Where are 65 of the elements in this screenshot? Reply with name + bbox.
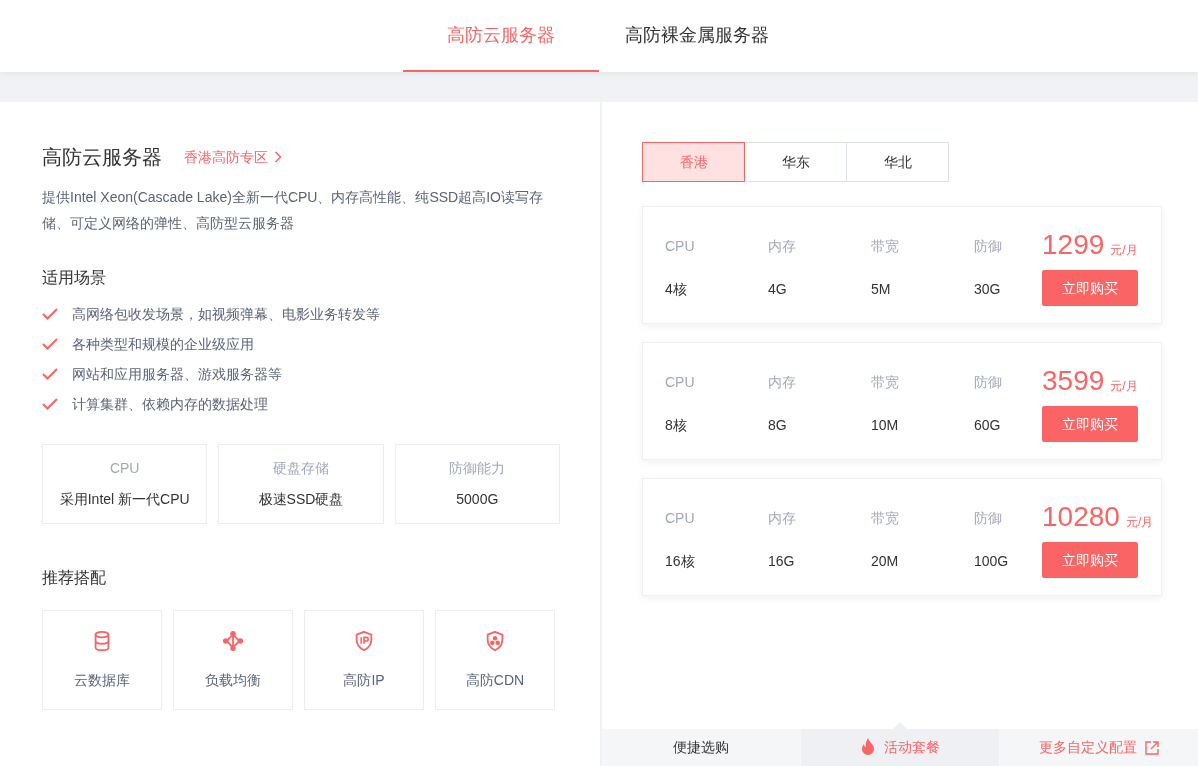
spec-value: 60G xyxy=(974,416,1001,435)
external-link-icon xyxy=(1144,740,1159,755)
scenario-text: 高网络包收发场景，如视频弹幕、电影业务转发等 xyxy=(72,304,380,324)
spec-label: CPU xyxy=(665,373,695,392)
check-icon xyxy=(42,368,58,380)
spec-value: 5M xyxy=(871,280,891,299)
shield-icon xyxy=(484,629,506,652)
network-icon xyxy=(222,629,244,652)
product-name: 高防IP xyxy=(343,670,385,690)
region-tab[interactable]: 华北 xyxy=(846,142,949,182)
product-card[interactable]: 负载均衡 xyxy=(173,610,293,710)
scenario-text: 各种类型和规模的企业级应用 xyxy=(72,334,254,354)
spec-value: 30G xyxy=(974,280,1001,299)
product-card[interactable]: 高防IP xyxy=(304,610,424,710)
price: 3599 xyxy=(1042,364,1105,398)
section-title: 高防云服务器 xyxy=(42,145,162,170)
chevron-right-icon xyxy=(274,151,282,163)
shield-icon xyxy=(353,629,375,652)
price-unit: 元/月 xyxy=(1110,242,1138,259)
product-name: 云数据库 xyxy=(74,670,130,690)
spec-value: 100G xyxy=(974,552,1009,571)
spec-label: CPU xyxy=(665,509,695,528)
spec-label: 带宽 xyxy=(871,373,899,392)
feature-value: 采用Intel 新一代CPU xyxy=(59,490,190,509)
check-icon xyxy=(42,338,58,350)
feature-label: CPU xyxy=(109,459,140,478)
spec-value: 4G xyxy=(768,280,787,299)
spec-value: 10M xyxy=(871,416,899,435)
subsection-heading: 推荐搭配 xyxy=(42,568,107,588)
subsection-heading: 适用场景 xyxy=(42,268,107,288)
feature-label: 硬盘存储 xyxy=(273,459,329,478)
price-unit: 元/月 xyxy=(1125,514,1154,531)
spec-label: 内存 xyxy=(768,509,796,528)
product-card[interactable]: 高防CDN xyxy=(435,610,555,710)
spec-value: 16核 xyxy=(665,552,695,571)
feature-label: 防御能力 xyxy=(449,459,506,478)
spec-label: 带宽 xyxy=(871,237,899,256)
feature-value: 极速SSD硬盘 xyxy=(258,490,344,509)
spec-label: 防御 xyxy=(974,509,1002,528)
description-text: 提供Intel Xeon(Cascade Lake)全新一代CPU、内存高性能、纯SSD超高IO读写存储、可定义网络的弹性、高防型云服务器 xyxy=(42,188,544,233)
spec-label: CPU xyxy=(665,237,695,256)
scenario-text: 计算集群、依赖内存的数据处理 xyxy=(72,394,268,414)
spec-label: 内存 xyxy=(768,373,796,392)
check-icon xyxy=(42,398,58,410)
spec-value: 8核 xyxy=(665,416,687,435)
feature-value: 5000G xyxy=(456,490,499,509)
product-name: 负载均衡 xyxy=(205,670,261,690)
spec-label: 内存 xyxy=(768,237,796,256)
spec-value: 4核 xyxy=(665,280,687,299)
spec-value: 20M xyxy=(871,552,899,571)
scenario-text: 网站和应用服务器、游戏服务器等 xyxy=(72,364,282,384)
flame-icon xyxy=(860,738,876,757)
price: 10280 xyxy=(1042,500,1120,534)
price-unit: 元/月 xyxy=(1110,378,1138,395)
price: 1299 xyxy=(1042,228,1105,262)
product-card[interactable]: 云数据库 xyxy=(42,610,162,710)
spec-label: 带宽 xyxy=(871,509,899,528)
region-tab[interactable]: 华东 xyxy=(744,142,847,182)
product-name: 高防CDN xyxy=(465,670,525,690)
spec-value: 8G xyxy=(768,416,787,435)
product-tab[interactable]: 高防裸金属服务器 xyxy=(599,0,795,72)
check-icon xyxy=(42,308,58,320)
spec-label: 防御 xyxy=(974,373,1002,392)
spec-label: 防御 xyxy=(974,237,1002,256)
spec-value: 16G xyxy=(768,552,795,571)
